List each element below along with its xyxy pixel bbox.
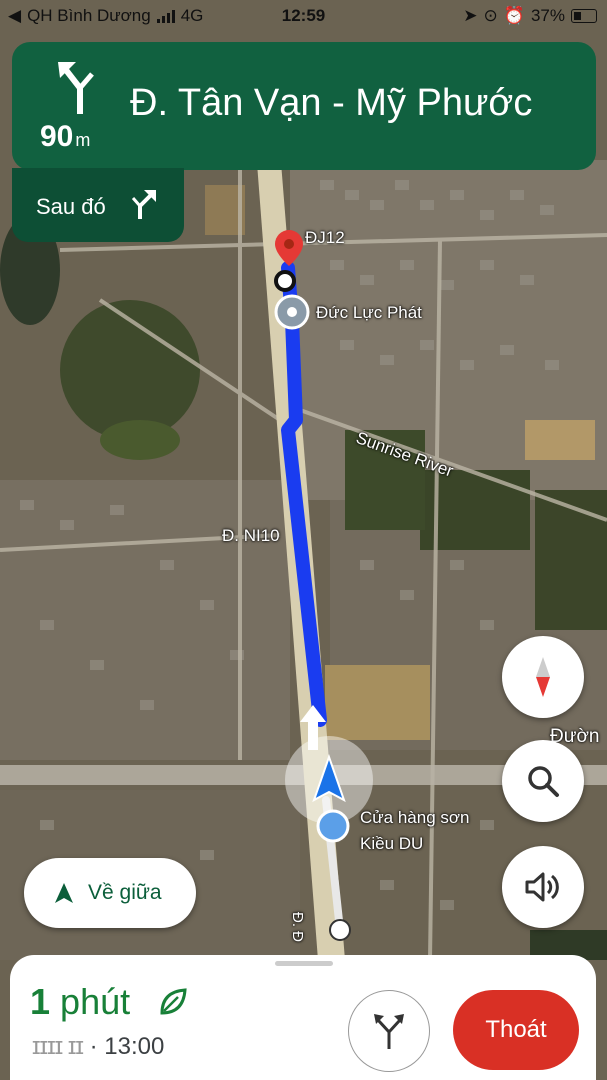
alarm-icon: ⏰ [503, 6, 525, 25]
search-button[interactable] [502, 740, 584, 822]
eta-duration: 1 phút [30, 981, 131, 1022]
search-icon [528, 766, 559, 797]
fork-left-turn-icon [58, 62, 94, 114]
nav-instruction-banner[interactable]: 90 m Đ. Tân Vạn - Mỹ Phước [12, 42, 596, 170]
map-label-road-left: Đ. NI10 [222, 526, 280, 545]
exit-navigation-button[interactable]: Thoát [453, 990, 579, 1070]
drag-handle[interactable] [275, 961, 333, 966]
recenter-label: Về giữa [88, 881, 162, 904]
speaker-icon [525, 872, 559, 902]
compass-button[interactable] [502, 636, 584, 718]
status-right: ➤ ⊙ ⏰ 37% [463, 6, 597, 26]
map-label-road-bottom: Đ. Đ [289, 912, 306, 942]
trip-details: ɪɪɪɪ ɪɪ · 13:00 [32, 1033, 164, 1061]
eco-leaf-icon [160, 988, 187, 1015]
trip-distance: ɪɪɪɪ ɪɪ [32, 1033, 84, 1060]
navigation-arrow-icon [55, 883, 73, 903]
location-arrow-icon: ➤ [463, 6, 478, 25]
map-label-road-top: ĐJ12 [305, 228, 345, 247]
then-label: Sau đó [36, 194, 106, 219]
map-label-store-2[interactable]: Kiều DU [360, 834, 423, 854]
battery-percent: 37% [530, 6, 565, 25]
arrival-time: · 13:00 [89, 1033, 165, 1060]
turn-distance: 90 m [40, 120, 91, 153]
trip-summary-panel[interactable]: 1 phút ɪɪɪɪ ɪɪ · 13:00 Thoát [10, 955, 596, 1080]
voice-guidance-button[interactable] [502, 846, 584, 928]
street-name: Đ. Tân Vạn - Mỹ Phước [130, 82, 533, 124]
recenter-button[interactable]: Về giữa [24, 858, 196, 928]
status-bar: ◀ QH Bình Dương 4G 12:59 ➤ ⊙ ⏰ 37% [0, 0, 607, 32]
map-label-store-1[interactable]: Cửa hàng sơn [360, 808, 469, 828]
map-label-place[interactable]: Đức Lực Phát [316, 303, 422, 323]
battery-icon [571, 9, 597, 23]
orientation-lock-icon: ⊙ [483, 6, 498, 25]
fork-right-turn-icon [131, 190, 156, 219]
compass-icon [536, 657, 550, 697]
alternate-routes-button[interactable] [348, 990, 430, 1072]
route-fork-icon [374, 1014, 404, 1049]
then-instruction[interactable]: Sau đó [12, 168, 184, 242]
